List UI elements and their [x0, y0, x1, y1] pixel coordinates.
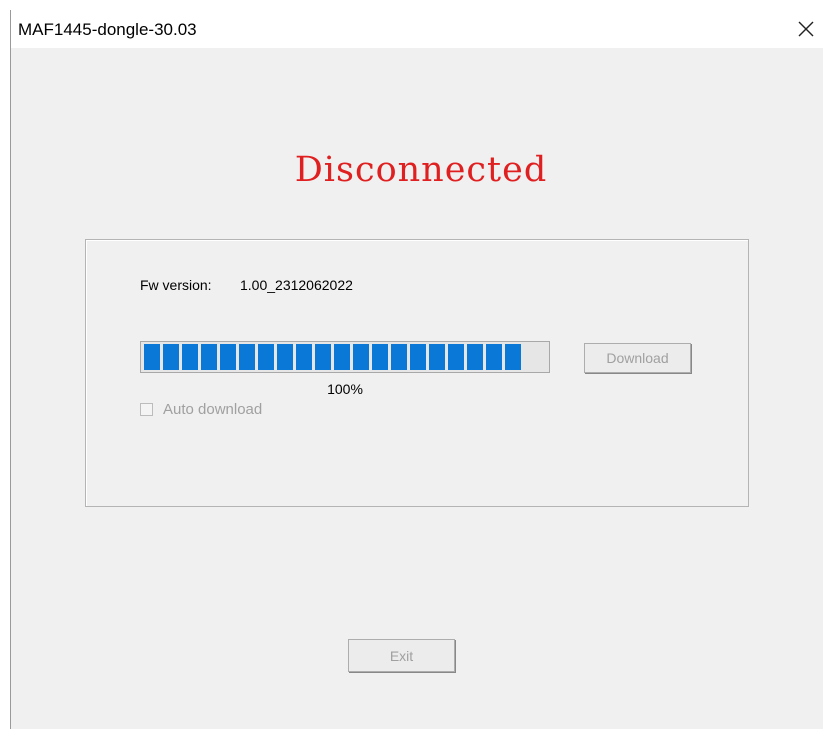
- progress-segment: [277, 344, 293, 370]
- progress-segment: [467, 344, 483, 370]
- app-window: MAF1445-dongle-30.03 Disconnected Fw ver…: [10, 10, 823, 729]
- window-title: MAF1445-dongle-30.03: [18, 20, 197, 39]
- progress-segment: [353, 344, 369, 370]
- progress-segment: [258, 344, 274, 370]
- auto-download-checkbox[interactable]: [140, 403, 153, 416]
- progress-segment: [486, 344, 502, 370]
- connection-status: Disconnected: [294, 150, 548, 190]
- progress-segment: [239, 344, 255, 370]
- auto-download-option[interactable]: Auto download: [140, 401, 262, 418]
- progress-fill: [144, 344, 546, 370]
- firmware-group: Fw version: 1.00_2312062022 100% Downloa…: [85, 239, 749, 507]
- progress-segment: [505, 344, 521, 370]
- exit-button[interactable]: Exit: [348, 639, 455, 672]
- progress-segment: [201, 344, 217, 370]
- progress-segment: [429, 344, 445, 370]
- auto-download-label: Auto download: [163, 401, 263, 418]
- progress-segment: [220, 344, 236, 370]
- progress-segment: [410, 344, 426, 370]
- progress-segment: [372, 344, 388, 370]
- progress-segment: [296, 344, 312, 370]
- progress-percent: 100%: [327, 381, 363, 397]
- progress-segment: [144, 344, 160, 370]
- download-progress-bar: [140, 341, 550, 373]
- progress-segment: [334, 344, 350, 370]
- download-button[interactable]: Download: [584, 343, 691, 373]
- progress-segment: [182, 344, 198, 370]
- fw-version-value: 1.00_2312062022: [240, 277, 353, 293]
- progress-segment: [163, 344, 179, 370]
- fw-version-label: Fw version:: [140, 277, 212, 293]
- progress-segment: [315, 344, 331, 370]
- close-icon: [798, 21, 814, 37]
- progress-segment: [448, 344, 464, 370]
- title-bar: MAF1445-dongle-30.03: [11, 10, 823, 48]
- close-button[interactable]: [791, 15, 821, 43]
- progress-segment: [391, 344, 407, 370]
